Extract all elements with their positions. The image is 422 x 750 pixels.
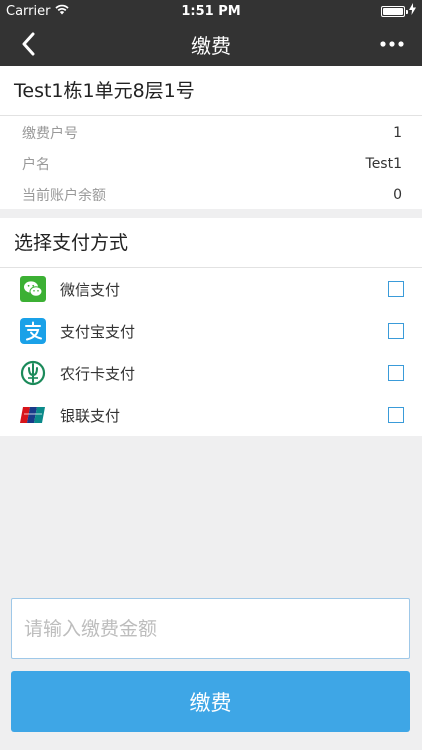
info-value: Test1	[365, 155, 402, 172]
info-rows: 缴费户号 1 户名 Test1 当前账户余额 0	[0, 116, 422, 210]
status-left: Carrier	[6, 3, 70, 19]
battery-level	[383, 7, 403, 15]
checkbox[interactable]	[388, 281, 404, 297]
status-bar: Carrier 1:51 PM	[0, 0, 422, 22]
info-label: 缴费户号	[22, 125, 78, 142]
account-info-section: Test1栋1单元8层1号 缴费户号 1 户名 Test1 当前账户余额 0	[0, 66, 422, 209]
info-value: 0	[393, 186, 402, 203]
alipay-icon	[20, 318, 46, 344]
info-label: 当前账户余额	[22, 187, 106, 204]
info-value: 1	[393, 124, 402, 141]
info-label: 户名	[22, 156, 50, 173]
checkbox[interactable]	[388, 323, 404, 339]
wifi-icon	[55, 4, 70, 19]
payment-option-label: 农行卡支付	[60, 364, 136, 383]
status-right	[381, 3, 416, 19]
payment-option-unionpay[interactable]: 银联支付	[0, 394, 422, 436]
payment-option-alipay[interactable]: 支付宝支付	[0, 310, 422, 352]
payment-option-wechat[interactable]: 微信支付	[0, 268, 422, 310]
unionpay-icon	[20, 402, 46, 428]
info-row-balance: 当前账户余额 0	[0, 179, 422, 210]
payment-option-label: 支付宝支付	[60, 322, 136, 341]
nav-bar: 缴费	[0, 22, 422, 66]
info-row-account-name: 户名 Test1	[0, 148, 422, 179]
payment-method-section: 选择支付方式 微信支付 支付宝支付 农行卡支付 银联支付	[0, 218, 422, 436]
payment-method-title: 选择支付方式	[0, 218, 422, 268]
more-button[interactable]	[378, 30, 406, 58]
battery-icon	[381, 5, 408, 17]
payment-option-label: 微信支付	[60, 280, 121, 299]
payment-option-abc-card[interactable]: 农行卡支付	[0, 352, 422, 394]
amount-input[interactable]	[11, 598, 410, 659]
checkbox[interactable]	[388, 365, 404, 381]
payment-option-label: 银联支付	[60, 406, 121, 425]
carrier-label: Carrier	[6, 3, 51, 19]
address-title: Test1栋1单元8层1号	[0, 66, 422, 116]
more-horizontal-icon	[380, 41, 404, 47]
charging-icon	[409, 3, 416, 19]
abc-bank-icon	[20, 360, 46, 386]
checkbox[interactable]	[388, 407, 404, 423]
page-title: 缴费	[191, 33, 231, 58]
back-button[interactable]	[14, 30, 42, 58]
pay-button[interactable]: 缴费	[11, 671, 410, 732]
info-row-account-number: 缴费户号 1	[0, 117, 422, 148]
chevron-left-icon	[22, 32, 35, 56]
wechat-pay-icon	[20, 276, 46, 302]
